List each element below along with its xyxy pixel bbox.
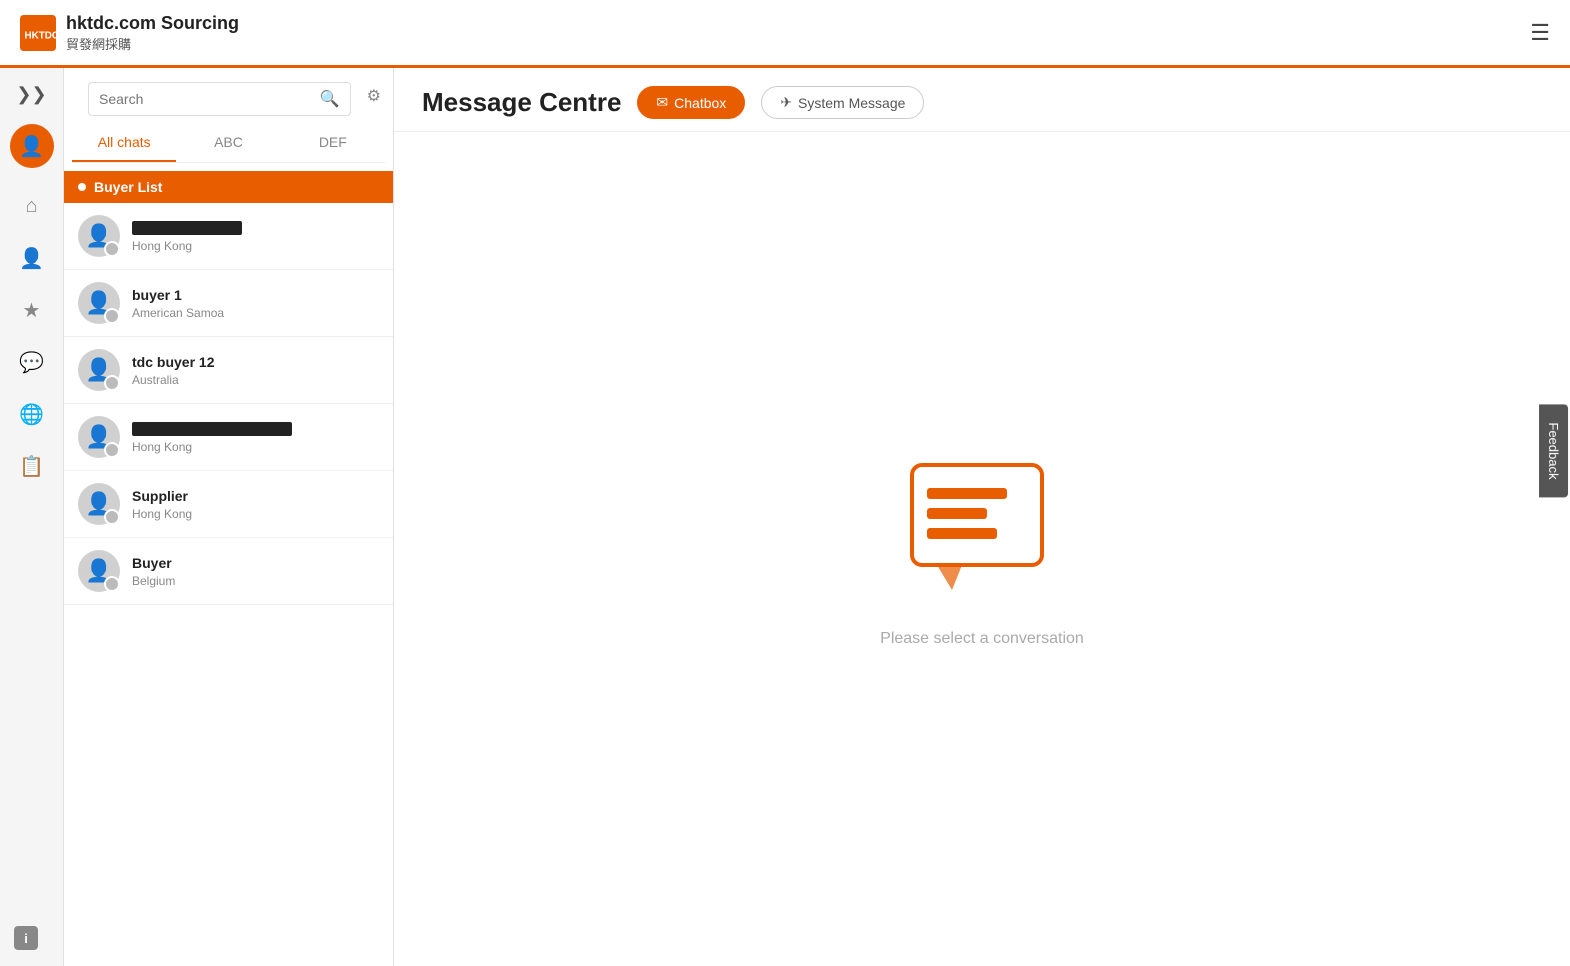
avatar-icon-2: 👤 (85, 290, 112, 316)
sidebar-toggle-button[interactable]: ❯❯ (12, 76, 52, 112)
avatar-icon-3: 👤 (85, 357, 112, 383)
system-message-tab-button[interactable]: ✈ System Message (761, 86, 924, 119)
tab-def[interactable]: DEF (281, 124, 385, 162)
chat-location-5: Hong Kong (132, 507, 379, 521)
avatar-1: 👤 (78, 215, 120, 257)
sidebar-item-user[interactable]: 👤 (10, 236, 54, 280)
star-icon: ★ (23, 298, 41, 323)
chat-bubble-illustration (902, 450, 1062, 610)
chat-name-3: tdc buyer 12 (132, 354, 379, 370)
chevrons-right-icon: ❯❯ (16, 84, 46, 105)
chat-info-6: Buyer Belgium (132, 555, 379, 588)
search-row: 🔍 ⚙ (64, 68, 393, 124)
chat-item-2[interactable]: 👤 buyer 1 American Samoa (64, 270, 393, 337)
chat-list-panel: 🔍 ⚙ All chats ABC DEF Buyer List 👤 Hong (64, 68, 394, 966)
chat-tabs: All chats ABC DEF (72, 124, 385, 163)
avatar-icon-6: 👤 (85, 558, 112, 584)
main-content: Message Centre ✉ Chatbox ✈ System Messag… (394, 68, 1570, 966)
feedback-tab[interactable]: Feedback (1539, 404, 1568, 497)
chat-name-6: Buyer (132, 555, 379, 571)
sidebar-item-favorites[interactable]: ★ (10, 288, 54, 332)
chat-item-4[interactable]: 👤 Hong Kong (64, 404, 393, 471)
avatar-icon-5: 👤 (85, 491, 112, 517)
main-layout: ❯❯ 👤 ⌂ 👤 ★ 💬 🌐 📋 i 🔍 (0, 68, 1570, 966)
sidebar-item-messages[interactable]: 💬 (10, 340, 54, 384)
buyer-list-label: Buyer List (94, 179, 162, 195)
settings-icon[interactable]: ⚙ (367, 86, 381, 106)
buyer-list-dot (78, 183, 86, 191)
sidebar-item-globe[interactable]: 🌐 (10, 392, 54, 436)
chat-name-4 (132, 421, 379, 437)
avatar-4: 👤 (78, 416, 120, 458)
conversation-placeholder: Please select a conversation (880, 450, 1084, 648)
chatbox-label: Chatbox (674, 95, 726, 111)
header-title-main: hktdc.com Sourcing (66, 13, 239, 34)
search-bar: 🔍 (88, 82, 351, 116)
redacted-name-1 (132, 221, 242, 235)
chat-item-5[interactable]: 👤 Supplier Hong Kong (64, 471, 393, 538)
buyer-list-header: Buyer List (64, 171, 393, 203)
chat-location-1: Hong Kong (132, 239, 379, 253)
header-logo: HKTDC hktdc.com Sourcing 貿發網採購 (20, 13, 239, 53)
placeholder-text: Please select a conversation (880, 630, 1084, 648)
search-icon: 🔍 (320, 89, 340, 109)
chat-location-2: American Samoa (132, 306, 379, 320)
chat-name-2: buyer 1 (132, 287, 379, 303)
avatar-icon-4: 👤 (85, 424, 112, 450)
header-title: hktdc.com Sourcing 貿發網採購 (66, 13, 239, 53)
system-message-icon: ✈ (780, 94, 792, 111)
globe-icon: 🌐 (19, 402, 44, 427)
avatar-icon-1: 👤 (85, 223, 112, 249)
chat-info-1: Hong Kong (132, 220, 379, 253)
redacted-name-4 (132, 422, 292, 436)
chat-info-5: Supplier Hong Kong (132, 488, 379, 521)
tab-all-chats[interactable]: All chats (72, 124, 176, 162)
message-icon: 💬 (19, 350, 44, 375)
page-header: Message Centre ✉ Chatbox ✈ System Messag… (394, 68, 1570, 132)
chat-name-5: Supplier (132, 488, 379, 504)
sidebar-item-home[interactable]: ⌂ (10, 184, 54, 228)
header: HKTDC hktdc.com Sourcing 貿發網採購 ☰ (0, 0, 1570, 68)
svg-text:HKTDC: HKTDC (25, 30, 57, 41)
avatar-2: 👤 (78, 282, 120, 324)
chat-item-3[interactable]: 👤 tdc buyer 12 Australia (64, 337, 393, 404)
info-button[interactable]: i (14, 926, 38, 950)
clipboard-icon: 📋 (19, 454, 44, 479)
chat-info-3: tdc buyer 12 Australia (132, 354, 379, 387)
chat-name-1 (132, 220, 379, 236)
user-avatar[interactable]: 👤 (10, 124, 54, 168)
user-profile-icon: 👤 (19, 246, 44, 271)
chatbox-tab-button[interactable]: ✉ Chatbox (637, 86, 745, 119)
hamburger-menu-icon[interactable]: ☰ (1530, 20, 1550, 46)
chat-location-4: Hong Kong (132, 440, 379, 454)
avatar-3: 👤 (78, 349, 120, 391)
system-message-label: System Message (798, 95, 905, 111)
chat-location-3: Australia (132, 373, 379, 387)
sidebar-item-clipboard[interactable]: 📋 (10, 444, 54, 488)
chat-info-2: buyer 1 American Samoa (132, 287, 379, 320)
chat-item-1[interactable]: 👤 Hong Kong (64, 203, 393, 270)
chat-info-4: Hong Kong (132, 421, 379, 454)
chat-item-6[interactable]: 👤 Buyer Belgium (64, 538, 393, 605)
user-icon: 👤 (19, 134, 44, 159)
page-title: Message Centre (422, 87, 621, 118)
conversation-area: Please select a conversation (394, 132, 1570, 966)
search-input[interactable] (99, 91, 312, 107)
header-title-sub: 貿發網採購 (66, 34, 239, 53)
hktdc-logo-icon: HKTDC (20, 15, 56, 51)
chatbox-icon: ✉ (656, 94, 668, 111)
chat-location-6: Belgium (132, 574, 379, 588)
home-icon: ⌂ (25, 195, 37, 218)
tab-abc[interactable]: ABC (176, 124, 280, 162)
avatar-5: 👤 (78, 483, 120, 525)
sidebar-nav: ❯❯ 👤 ⌂ 👤 ★ 💬 🌐 📋 i (0, 68, 64, 966)
avatar-6: 👤 (78, 550, 120, 592)
